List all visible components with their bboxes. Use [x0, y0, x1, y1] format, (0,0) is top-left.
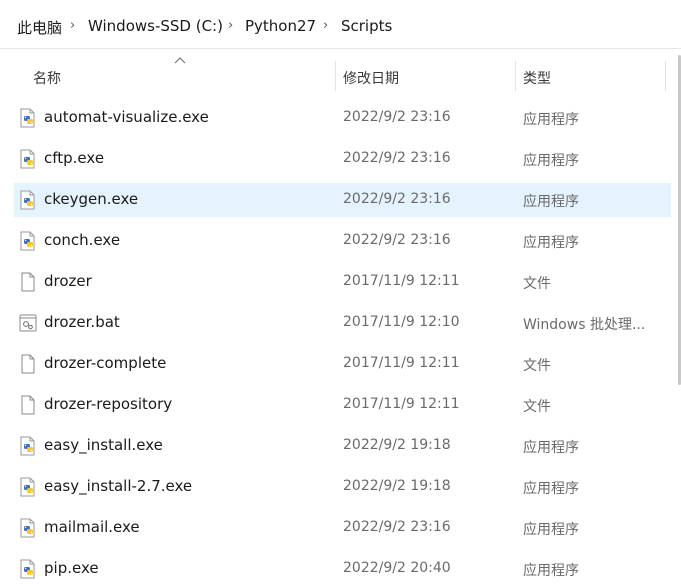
file-row[interactable]: drozer-repository 2017/11/9 12:11 文件 [14, 388, 671, 422]
file-name: automat-visualize.exe [44, 108, 209, 126]
file-modified-date: 2017/11/9 12:11 [343, 355, 460, 371]
file-modified-date: 2022/9/2 23:16 [343, 232, 451, 248]
file-modified-date: 2017/11/9 12:10 [343, 314, 460, 330]
file-type: 文件 [523, 358, 551, 374]
file-type: 应用程序 [523, 440, 579, 456]
file-type: 应用程序 [523, 153, 579, 169]
file-name: drozer [44, 272, 92, 290]
file-type: 应用程序 [523, 563, 579, 579]
file-row[interactable]: drozer 2017/11/9 12:11 文件 [14, 265, 671, 299]
file-name: easy_install.exe [44, 436, 163, 454]
file-row[interactable]: easy_install-2.7.exe 2022/9/2 19:18 应用程序 [14, 470, 671, 504]
python-exe-icon [18, 108, 38, 128]
file-modified-date: 2022/9/2 23:16 [343, 519, 451, 535]
file-modified-date: 2017/11/9 12:11 [343, 273, 460, 289]
file-name: drozer-repository [44, 395, 173, 413]
python-exe-icon [18, 149, 38, 169]
file-icon [18, 354, 38, 374]
python-exe-icon [18, 477, 38, 497]
column-divider[interactable] [665, 61, 666, 91]
file-type: 应用程序 [523, 194, 579, 210]
file-row[interactable]: mailmail.exe 2022/9/2 23:16 应用程序 [14, 511, 671, 545]
column-divider[interactable] [335, 61, 336, 91]
file-icon [18, 395, 38, 415]
file-type: 文件 [523, 399, 551, 415]
column-name-header[interactable]: 名称 [33, 68, 61, 88]
file-type: 应用程序 [523, 235, 579, 251]
file-row[interactable]: ckeygen.exe 2022/9/2 23:16 应用程序 [14, 183, 671, 217]
file-row[interactable]: cftp.exe 2022/9/2 23:16 应用程序 [14, 142, 671, 176]
file-name: pip.exe [44, 559, 99, 577]
chevron-right-icon[interactable]: › [323, 18, 328, 33]
batch-file-icon [18, 313, 38, 333]
python-exe-icon [18, 231, 38, 251]
breadcrumb-this-pc[interactable]: 此电脑 [17, 17, 62, 38]
file-name: drozer.bat [44, 313, 120, 331]
file-row[interactable]: conch.exe 2022/9/2 23:16 应用程序 [14, 224, 671, 258]
column-type-header[interactable]: 类型 [523, 68, 551, 88]
file-name: conch.exe [44, 231, 121, 249]
file-row[interactable]: drozer-complete 2017/11/9 12:11 文件 [14, 347, 671, 381]
python-exe-icon [18, 190, 38, 210]
file-row[interactable]: easy_install.exe 2022/9/2 19:18 应用程序 [14, 429, 671, 463]
address-bar[interactable]: 此电脑 › Windows-SSD (C:) › Python27 › Scri… [0, 0, 681, 49]
file-type: 应用程序 [523, 522, 579, 538]
chevron-right-icon[interactable]: › [228, 18, 233, 33]
file-modified-date: 2022/9/2 23:16 [343, 109, 451, 125]
chevron-right-icon[interactable]: › [70, 18, 75, 33]
sort-ascending-icon[interactable] [174, 56, 186, 64]
breadcrumb-drive[interactable]: Windows-SSD (C:) [88, 17, 223, 35]
file-name: ckeygen.exe [44, 190, 139, 208]
file-modified-date: 2022/9/2 19:18 [343, 437, 451, 453]
column-date-header[interactable]: 修改日期 [343, 68, 399, 88]
file-type: 应用程序 [523, 112, 579, 128]
python-exe-icon [18, 518, 38, 538]
python-exe-icon [18, 559, 38, 579]
file-name: cftp.exe [44, 149, 105, 167]
column-divider[interactable] [515, 61, 516, 91]
column-header: 名称 修改日期 类型 [0, 55, 681, 97]
breadcrumb-python27[interactable]: Python27 [245, 17, 316, 35]
file-type: 文件 [523, 276, 551, 292]
file-row[interactable]: drozer.bat 2017/11/9 12:10 Windows 批处理... [14, 306, 671, 340]
file-name: easy_install-2.7.exe [44, 477, 193, 495]
python-exe-icon [18, 436, 38, 456]
file-modified-date: 2022/9/2 23:16 [343, 150, 451, 166]
file-type: Windows 批处理... [523, 317, 646, 333]
file-type: 应用程序 [523, 481, 579, 497]
file-icon [18, 272, 38, 292]
file-modified-date: 2017/11/9 12:11 [343, 396, 460, 412]
file-modified-date: 2022/9/2 19:18 [343, 478, 451, 494]
file-modified-date: 2022/9/2 20:40 [343, 560, 451, 576]
file-modified-date: 2022/9/2 23:16 [343, 191, 451, 207]
file-name: drozer-complete [44, 354, 167, 372]
file-name: mailmail.exe [44, 518, 140, 536]
breadcrumb-scripts[interactable]: Scripts [341, 17, 392, 35]
file-row[interactable]: automat-visualize.exe 2022/9/2 23:16 应用程序 [14, 101, 671, 135]
file-row[interactable]: pip.exe 2022/9/2 20:40 应用程序 [14, 552, 671, 586]
